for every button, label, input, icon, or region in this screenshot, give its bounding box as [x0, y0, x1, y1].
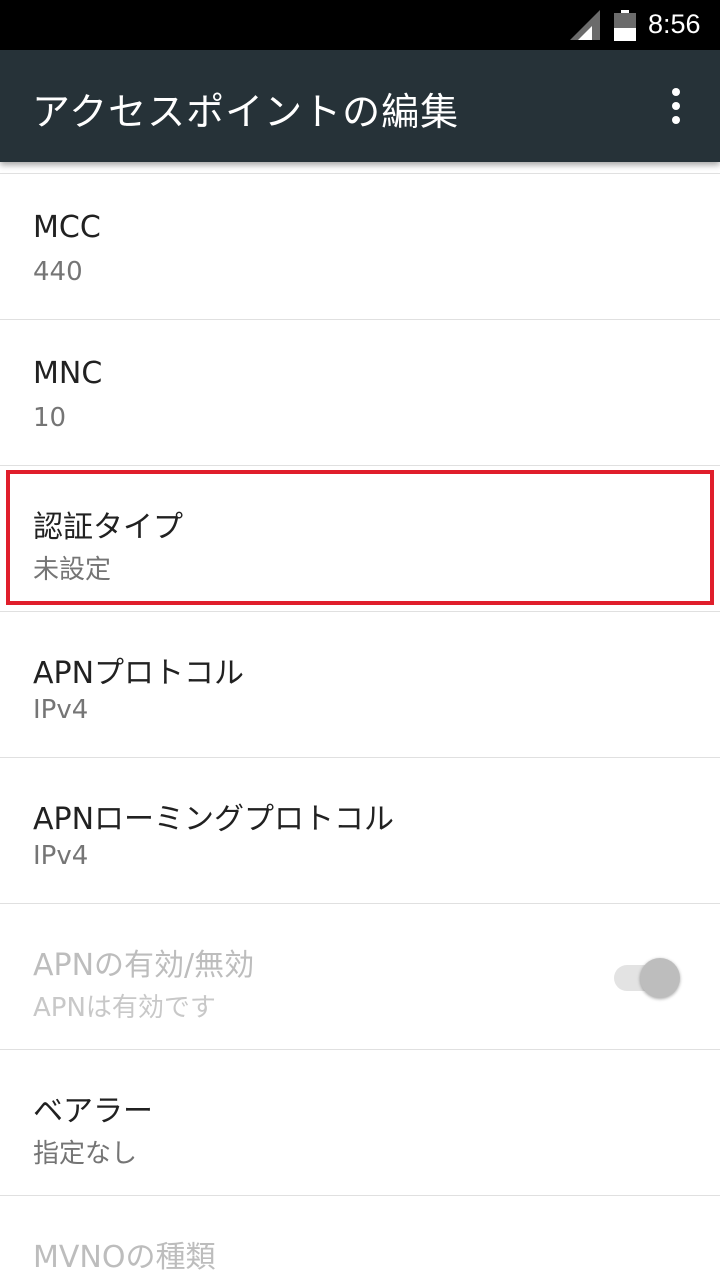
signal-icon [570, 10, 600, 40]
pref-auth-type[interactable]: 認証タイプ 未設定 [0, 466, 720, 612]
overflow-dot [672, 88, 680, 96]
pref-summary: IPv4 [33, 695, 89, 725]
pref-mcc[interactable]: MCC 440 [0, 174, 720, 320]
battery-icon [614, 10, 636, 41]
pref-title: APNの有効/無効 [33, 948, 255, 983]
pref-apn-roaming-protocol[interactable]: APNローミングプロトコル IPv4 [0, 758, 720, 904]
pref-summary: IPv4 [33, 841, 89, 871]
pref-title: MCC [33, 210, 101, 245]
list-divider [0, 162, 720, 174]
pref-apn-protocol[interactable]: APNプロトコル IPv4 [0, 612, 720, 758]
pref-title: 認証タイプ [33, 510, 183, 545]
app-bar: アクセスポイントの編集 [0, 50, 720, 162]
pref-summary: 440 [33, 257, 83, 287]
clock: 8:56 [648, 9, 701, 39]
pref-summary: APNは有効です [33, 993, 216, 1023]
overflow-dot [672, 102, 680, 110]
pref-title: ベアラー [33, 1094, 153, 1129]
pref-summary: 10 [33, 403, 67, 433]
more-vert-icon[interactable] [660, 86, 692, 126]
pref-apn-enable: APNの有効/無効 APNは有効です [0, 904, 720, 1050]
overflow-dot [672, 116, 680, 124]
pref-bearer[interactable]: ベアラー 指定なし [0, 1050, 720, 1196]
preference-list[interactable]: MCC 440 MNC 10 認証タイプ 未設定 APNプロトコル IPv4 A… [0, 162, 720, 1280]
pref-mnc[interactable]: MNC 10 [0, 320, 720, 466]
apn-enable-switch [612, 956, 684, 1000]
pref-mvno-type: MVNOの種類 [0, 1196, 720, 1280]
pref-title: APNローミングプロトコル [33, 802, 395, 837]
page-title: アクセスポイントの編集 [32, 90, 460, 134]
pref-title: APNプロトコル [33, 656, 245, 691]
pref-summary: 未設定 [33, 555, 112, 585]
pref-summary: 指定なし [33, 1139, 138, 1169]
switch-thumb [640, 958, 680, 998]
pref-title: MVNOの種類 [33, 1240, 216, 1275]
pref-title: MNC [33, 356, 103, 391]
status-bar: 8:56 [0, 0, 720, 50]
